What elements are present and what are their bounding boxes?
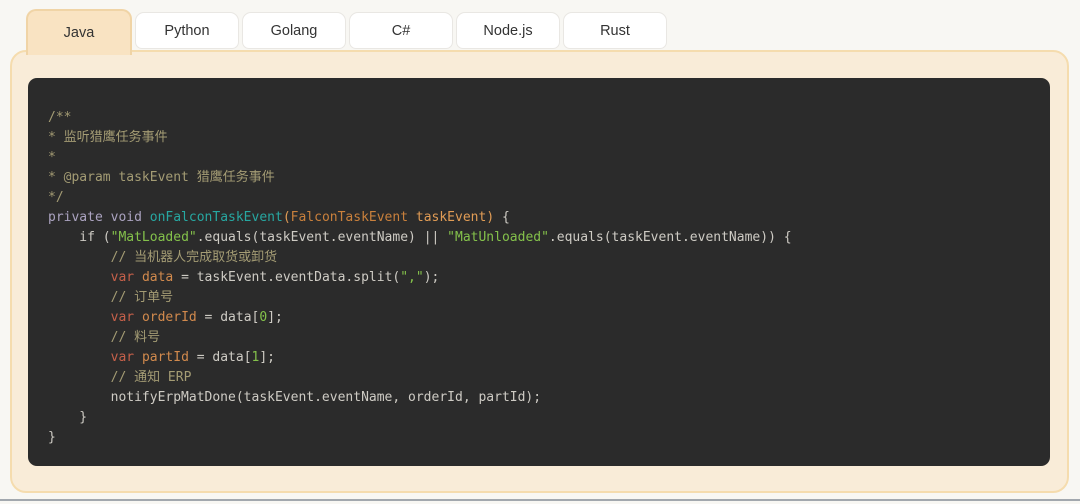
code-token — [48, 350, 111, 365]
code-line: * @param taskEvent 猎鹰任务事件 — [48, 168, 1030, 188]
code-token: * — [48, 150, 56, 165]
code-token: ( — [283, 210, 291, 225]
code-token: = taskEvent.eventData.split( — [173, 270, 400, 285]
tab-c[interactable]: C# — [349, 12, 453, 49]
page: { "tabs": [ {"label": "Java", "active": … — [0, 0, 1080, 504]
code-token: "MatUnloaded" — [447, 230, 549, 245]
code-token: FalconTaskEvent — [291, 210, 408, 225]
code-line: // 订单号 — [48, 288, 1030, 308]
code-token: partId — [142, 350, 189, 365]
code-token: .equals(taskEvent.eventName) || — [197, 230, 447, 245]
code-token: if ( — [48, 230, 111, 245]
code-line: } — [48, 428, 1030, 448]
bottom-rule — [0, 499, 1080, 501]
code-line: // 通知 ERP — [48, 368, 1030, 388]
code-line: */ — [48, 188, 1030, 208]
code-line: var orderId = data[0]; — [48, 308, 1030, 328]
code-token: var — [111, 350, 134, 365]
code-line: * — [48, 148, 1030, 168]
code-line: // 料号 — [48, 328, 1030, 348]
code-line: var data = taskEvent.eventData.split(","… — [48, 268, 1030, 288]
code-token: ]; — [267, 310, 283, 325]
tab-golang[interactable]: Golang — [242, 12, 346, 49]
tab-label: C# — [392, 23, 411, 39]
code-line: } — [48, 408, 1030, 428]
tab-label: Golang — [271, 23, 318, 39]
code-token: = data[ — [197, 310, 260, 325]
code-token: ]; — [259, 350, 275, 365]
tab-bar: Java Python Golang C# Node.js Rust — [26, 9, 667, 57]
code-token: taskEvent) — [408, 210, 494, 225]
code-token: "MatLoaded" — [111, 230, 197, 245]
code-token — [48, 270, 111, 285]
code-token: // 通知 ERP — [48, 370, 191, 385]
code-token: // 料号 — [48, 330, 160, 345]
tab-label: Node.js — [483, 23, 532, 39]
code-token: { — [494, 210, 510, 225]
code-token: 0 — [259, 310, 267, 325]
tab-label: Rust — [600, 23, 630, 39]
code-token: var — [111, 310, 134, 325]
code-panel: /** * 监听猎鹰任务事件 * * @param taskEvent 猎鹰任务事件 *… — [10, 50, 1069, 493]
code-token: } — [48, 410, 87, 425]
code-block: /** * 监听猎鹰任务事件 * * @param taskEvent 猎鹰任务事件 *… — [28, 78, 1050, 466]
code-token: } — [48, 430, 56, 445]
code-token: "," — [400, 270, 423, 285]
tab-rust[interactable]: Rust — [563, 12, 667, 49]
code-line: private void onFalconTaskEvent(FalconTas… — [48, 208, 1030, 228]
code-token — [134, 270, 142, 285]
code-token: .equals(taskEvent.eventName)) { — [549, 230, 792, 245]
tab-node-js[interactable]: Node.js — [456, 12, 560, 49]
code-token: // 当机器人完成取货或卸货 — [48, 250, 277, 265]
tab-java[interactable]: Java — [26, 9, 132, 55]
code-line: /** — [48, 108, 1030, 128]
code-token: // 订单号 — [48, 290, 173, 305]
code-token — [48, 310, 111, 325]
code-token: data — [142, 270, 173, 285]
code-token: = data[ — [189, 350, 252, 365]
code-line: * 监听猎鹰任务事件 — [48, 128, 1030, 148]
code-token: ); — [424, 270, 440, 285]
code-line: // 当机器人完成取货或卸货 — [48, 248, 1030, 268]
code-token — [134, 310, 142, 325]
code-line: var partId = data[1]; — [48, 348, 1030, 368]
tab-label: Python — [164, 23, 209, 39]
code-token: * 监听猎鹰任务事件 — [48, 130, 168, 145]
code-token: * @param taskEvent 猎鹰任务事件 — [48, 170, 275, 185]
code-token: var — [111, 270, 134, 285]
code-line: if ("MatLoaded".equals(taskEvent.eventNa… — [48, 228, 1030, 248]
code-token: private void — [48, 210, 150, 225]
code-token: onFalconTaskEvent — [150, 210, 283, 225]
code-token: notifyErpMatDone(taskEvent.eventName, or… — [48, 390, 541, 405]
code-token: /** — [48, 110, 71, 125]
code-token: */ — [48, 190, 64, 205]
code-token — [134, 350, 142, 365]
code-line: notifyErpMatDone(taskEvent.eventName, or… — [48, 388, 1030, 408]
code-token: orderId — [142, 310, 197, 325]
tab-python[interactable]: Python — [135, 12, 239, 49]
tab-label: Java — [64, 25, 95, 41]
